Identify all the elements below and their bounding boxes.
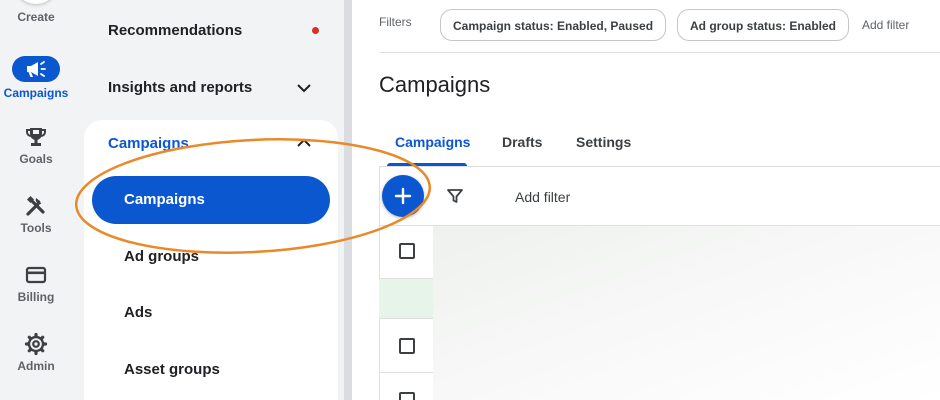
row-separator (379, 318, 433, 319)
add-filter-button[interactable]: Add filter (515, 189, 570, 205)
row-separator (379, 372, 433, 373)
rail-item-admin[interactable]: Admin (0, 332, 72, 373)
row-checkbox[interactable] (399, 392, 415, 400)
filter-chip-ad-group-status[interactable]: Ad group status: Enabled (677, 9, 850, 41)
rail-item-label: Admin (17, 359, 55, 373)
campaigns-table: Add filter (379, 167, 940, 400)
nav-group-title[interactable]: Campaigns (108, 135, 189, 152)
rail-create[interactable]: Create (0, 0, 72, 24)
rail-item-tools[interactable]: Tools (0, 194, 72, 235)
tab-drafts[interactable]: Drafts (502, 134, 542, 150)
navigation-panel: Recommendations Insights and reports Cam… (72, 0, 344, 400)
plus-icon (394, 187, 412, 205)
rail-item-campaigns[interactable]: Campaigns (0, 56, 72, 100)
row-checkbox[interactable] (399, 338, 415, 354)
rail-item-billing[interactable]: Billing (0, 263, 72, 304)
table-row-highlight (379, 278, 433, 318)
notification-dot (312, 27, 319, 34)
megaphone-icon (12, 56, 60, 82)
nav-item-ads[interactable]: Ads (124, 304, 152, 321)
trophy-icon (26, 128, 46, 146)
page-title: Campaigns (379, 72, 491, 97)
table-rows-obscured (433, 226, 940, 400)
nav-item-recommendations[interactable]: Recommendations (108, 22, 242, 39)
row-separator (379, 278, 433, 279)
tab-settings[interactable]: Settings (576, 134, 631, 150)
rail-item-label: Campaigns (3, 86, 69, 100)
campaigns-nav-group: Campaigns Campaigns Ad groups Ads Asset … (84, 120, 338, 400)
row-selector-column (379, 226, 433, 400)
filter-funnel-icon[interactable] (446, 187, 464, 205)
tab-campaigns[interactable]: Campaigns (395, 134, 470, 150)
add-filter-link[interactable]: Add filter (862, 18, 909, 32)
chevron-down-icon[interactable] (296, 82, 312, 94)
filter-chip-campaign-status[interactable]: Campaign status: Enabled, Paused (440, 9, 667, 41)
panel-divider[interactable] (344, 0, 352, 400)
nav-item-insights[interactable]: Insights and reports (108, 79, 252, 96)
add-campaign-button[interactable] (382, 175, 424, 217)
nav-item-asset-groups[interactable]: Asset groups (124, 361, 220, 378)
nav-item-ad-groups[interactable]: Ad groups (124, 248, 199, 265)
navigation-rail: Create Campaigns Goals Tools Billing Adm… (0, 0, 72, 400)
row-checkbox[interactable] (399, 243, 415, 259)
rail-item-label: Goals (19, 152, 53, 166)
rail-item-label: Tools (20, 221, 52, 235)
nav-item-campaigns-selected[interactable]: Campaigns (92, 176, 330, 224)
chevron-up-icon[interactable] (296, 137, 312, 149)
filters-label: Filters (379, 15, 412, 29)
divider (379, 52, 940, 53)
tools-icon (26, 195, 45, 216)
main-content: Filters Campaign status: Enabled, Paused… (352, 0, 940, 400)
gear-icon (24, 332, 48, 356)
rail-item-goals[interactable]: Goals (0, 125, 72, 166)
rail-item-label: Billing (17, 290, 55, 304)
credit-card-icon (25, 266, 47, 284)
